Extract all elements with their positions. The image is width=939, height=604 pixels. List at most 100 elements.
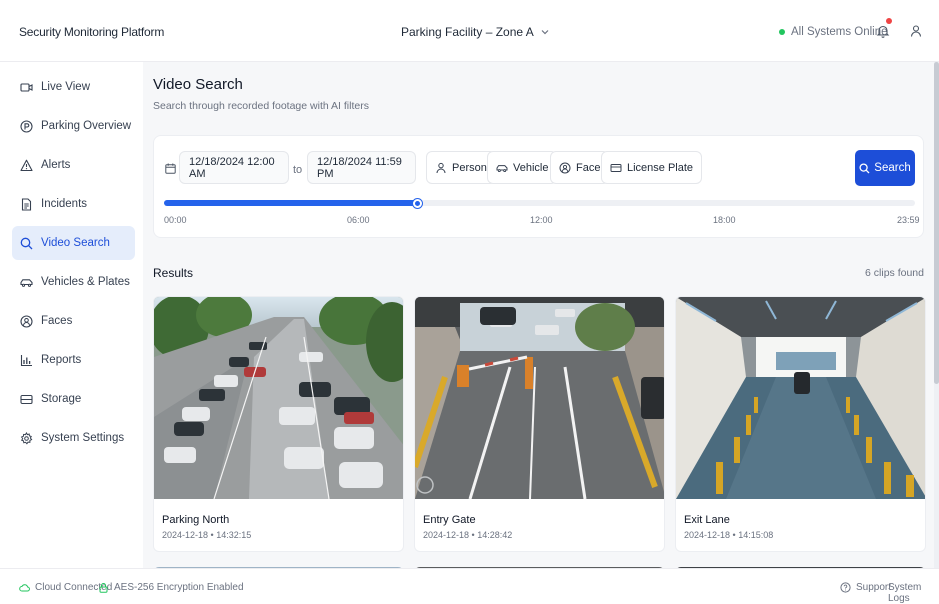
calendar-icon (165, 163, 176, 174)
filter-person-chip[interactable]: Person (426, 151, 496, 184)
sidebar-item-system-settings[interactable]: System Settings (12, 421, 135, 455)
end-date-input[interactable]: 12/18/2024 11:59 PM (307, 151, 416, 184)
chip-label: Vehicle (513, 161, 549, 174)
sidebar-item-label: Alerts (41, 159, 71, 171)
face-icon (559, 162, 571, 173)
sidebar-item-label: Incidents (41, 198, 88, 210)
start-date-input[interactable]: 12/18/2024 12:00 AM (179, 151, 289, 184)
lock-icon (99, 583, 108, 593)
results-count: 6 clips found (865, 267, 924, 279)
plate-icon (610, 163, 622, 172)
document-icon (21, 197, 32, 211)
cloud-icon (19, 584, 30, 592)
sidebar-item-incidents[interactable]: Incidents (12, 187, 135, 221)
system-status: All Systems Online (779, 26, 888, 38)
clip-thumbnail-entry-gate (415, 297, 664, 499)
gear-icon (20, 431, 33, 444)
timeline-tick: 12:00 (530, 215, 553, 225)
person-icon (436, 162, 446, 173)
sidebar-item-faces[interactable]: Faces (12, 304, 135, 338)
notifications-button[interactable] (875, 18, 892, 39)
sidebar-item-video-search[interactable]: Video Search (12, 226, 135, 260)
timeline-tick: 00:00 (164, 215, 187, 225)
storage-icon (20, 394, 33, 404)
chip-label: License Plate (627, 161, 694, 174)
clip-card-parking-north[interactable]: Parking North 2024-12-18 • 14:32:15 (153, 296, 404, 552)
sidebar-item-label: Storage (41, 393, 82, 405)
sidebar-item-vehicles-plates[interactable]: Vehicles & Plates (12, 265, 135, 299)
clip-card-exit-lane[interactable]: Exit Lane 2024-12-18 • 14:15:08 (675, 296, 926, 552)
timeline-selected-range (164, 200, 418, 206)
car-icon (496, 164, 508, 172)
sidebar-item-label: Parking Overview (41, 120, 132, 132)
chip-label: Face (576, 161, 601, 174)
user-menu-button[interactable] (909, 24, 923, 38)
status-bar: Cloud Connected AES-256 Encryption Enabl… (0, 568, 939, 604)
clip-card-entry-gate[interactable]: Entry Gate 2024-12-18 • 14:28:42 (414, 296, 665, 552)
chip-label: Person (452, 161, 487, 174)
clip-timestamp: 2024-12-18 • 14:28:42 (423, 530, 513, 540)
sidebar-item-label: Reports (41, 354, 82, 366)
date-range-separator: to (293, 164, 303, 176)
search-filters-panel: 12/18/2024 12:00 AM to 12/18/2024 11:59 … (153, 135, 924, 238)
timeline-handle[interactable] (412, 198, 422, 208)
sidebar-item-label: Video Search (41, 237, 110, 249)
sidebar-item-alerts[interactable]: Alerts (12, 148, 135, 182)
clip-name: Exit Lane (684, 514, 730, 526)
user-icon (910, 25, 922, 37)
scrollbar-thumb[interactable] (934, 62, 939, 384)
chart-icon (20, 354, 32, 366)
facility-label: Parking Facility – Zone A (401, 25, 534, 39)
clip-timestamp: 2024-12-18 • 14:15:08 (684, 530, 774, 540)
system-logs-link[interactable]: System Logs (888, 582, 939, 604)
sidebar-item-label: Faces (41, 315, 73, 327)
car-icon (20, 278, 33, 287)
encryption-status: AES-256 Encryption Enabled (98, 582, 244, 593)
sidebar-item-label: System Settings (41, 432, 125, 444)
status-text: All Systems Online (791, 26, 888, 38)
sidebar-item-live-view[interactable]: Live View (12, 70, 135, 104)
clip-thumbnail-exit-lane (676, 297, 925, 499)
sidebar-item-reports[interactable]: Reports (12, 343, 135, 377)
top-bar: Security Monitoring Platform Parking Fac… (0, 0, 939, 62)
page-title: Video Search (153, 76, 243, 93)
camera-icon (20, 82, 33, 92)
filter-license-plate-chip[interactable]: License Plate (601, 151, 703, 184)
notification-badge (886, 18, 892, 24)
system-logs-link-text: System Logs (888, 582, 922, 604)
sidebar: Live View Parking Overview Alerts Incide… (0, 62, 143, 568)
facility-selector[interactable]: Parking Facility – Zone A (401, 25, 550, 39)
sidebar-item-storage[interactable]: Storage (12, 382, 135, 416)
app-window: Security Monitoring Platform Parking Fac… (0, 0, 939, 604)
warning-icon (20, 159, 33, 171)
sidebar-item-parking-overview[interactable]: Parking Overview (12, 109, 135, 143)
timeline-tick: 18:00 (713, 215, 736, 225)
clip-name: Parking North (162, 514, 230, 526)
clip-timestamp: 2024-12-18 • 14:32:15 (162, 530, 252, 540)
timeline-tick: 23:59 (897, 215, 920, 225)
face-icon (20, 314, 33, 328)
timeline-slider[interactable] (164, 198, 915, 208)
search-icon (20, 237, 33, 249)
support-link-text: Support (856, 582, 892, 593)
clip-name: Entry Gate (423, 514, 476, 526)
main-content: Video Search Search through recorded foo… (143, 62, 939, 568)
search-button[interactable]: Search (855, 150, 915, 186)
chevron-down-icon (541, 30, 549, 35)
search-icon (859, 162, 870, 173)
app-title: Security Monitoring Platform (19, 25, 165, 39)
page-subtitle: Search through recorded footage with AI … (153, 100, 369, 112)
sidebar-item-label: Vehicles & Plates (41, 276, 130, 288)
parking-icon (20, 119, 33, 133)
sidebar-item-label: Live View (41, 81, 91, 93)
status-dot-icon (779, 29, 785, 35)
help-icon (840, 582, 851, 593)
main-scrollbar[interactable] (934, 62, 939, 568)
results-heading: Results (153, 266, 194, 280)
filter-vehicle-chip[interactable]: Vehicle (487, 151, 558, 184)
bell-icon (876, 25, 890, 38)
clip-thumbnail-parking-north (154, 297, 403, 499)
search-button-label: Search (874, 162, 911, 174)
encryption-status-text: AES-256 Encryption Enabled (114, 582, 244, 593)
support-link[interactable]: Support (840, 582, 891, 593)
